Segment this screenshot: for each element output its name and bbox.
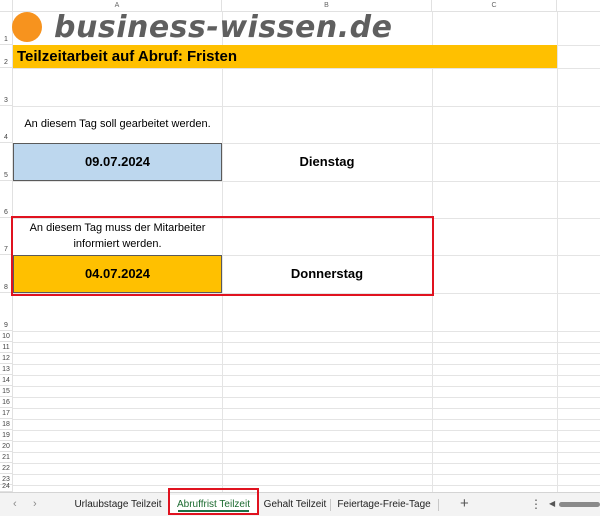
logo-circle-icon xyxy=(12,12,42,42)
chevron-left-icon[interactable]: ‹ xyxy=(13,496,17,512)
tab-divider xyxy=(438,499,439,511)
work-day-weekday-cell[interactable]: Dienstag xyxy=(222,143,432,181)
row-header[interactable]: 19 xyxy=(0,430,13,441)
grid-line xyxy=(13,181,600,182)
row-header[interactable]: 13 xyxy=(0,364,13,375)
select-all-corner[interactable] xyxy=(0,0,13,12)
grid-line xyxy=(557,12,558,492)
grid-line xyxy=(13,386,600,387)
tab-label: Gehalt Teilzeit xyxy=(263,499,327,510)
row-header[interactable]: 3 xyxy=(0,68,13,106)
row-header[interactable]: 20 xyxy=(0,441,13,452)
grid-line xyxy=(13,364,600,365)
grid-line xyxy=(13,474,600,475)
site-logo-text: business-wissen.de xyxy=(54,10,393,45)
scroll-left-arrow-icon[interactable]: ◀ xyxy=(549,499,555,509)
grid-line xyxy=(13,353,600,354)
active-tab-highlight-box xyxy=(168,488,259,515)
work-day-label: An diesem Tag soll gearbeitet werden. xyxy=(24,118,211,130)
row-header[interactable]: 17 xyxy=(0,408,13,419)
tab-feiertage-freie-tage[interactable]: Feiertage-Freie-Tage xyxy=(336,495,432,515)
row-header[interactable]: 11 xyxy=(0,342,13,353)
row-header[interactable]: 1 xyxy=(0,12,13,45)
grid-line xyxy=(13,441,600,442)
grid-line xyxy=(13,408,600,409)
grid-line xyxy=(13,342,600,343)
row-header[interactable]: 9 xyxy=(0,293,13,331)
horizontal-scrollbar-thumb[interactable] xyxy=(559,502,600,507)
grid-line xyxy=(13,331,600,332)
row-header[interactable]: 4 xyxy=(0,106,13,143)
row-header[interactable]: 2 xyxy=(0,45,13,68)
row-header[interactable]: 16 xyxy=(0,397,13,408)
tab-divider xyxy=(330,499,331,511)
grid-line xyxy=(13,68,600,69)
sheet-tab-bar: ‹ › Urlaubstage Teilzeit Abruffrist Teil… xyxy=(0,492,600,516)
plus-icon[interactable]: + xyxy=(460,496,469,512)
sheet-title: Teilzeitarbeit auf Abruf: Fristen xyxy=(17,48,238,65)
grid-line xyxy=(13,430,600,431)
grid-line xyxy=(13,106,600,107)
grid-line xyxy=(13,485,600,486)
grid-line xyxy=(13,419,600,420)
row-header[interactable]: 22 xyxy=(0,463,13,474)
grid-line xyxy=(13,375,600,376)
row-header[interactable]: 10 xyxy=(0,331,13,342)
chevron-right-icon[interactable]: › xyxy=(33,496,37,512)
row-header[interactable]: 21 xyxy=(0,452,13,463)
row-header[interactable]: 5 xyxy=(0,143,13,181)
notice-highlight-box xyxy=(11,216,434,296)
grid-line xyxy=(13,463,600,464)
grid-line xyxy=(13,397,600,398)
tab-urlaubstage-teilzeit[interactable]: Urlaubstage Teilzeit xyxy=(70,495,166,515)
row-header[interactable]: 6 xyxy=(0,181,13,218)
tab-label: Feiertage-Freie-Tage xyxy=(337,499,431,510)
column-header-c[interactable]: C xyxy=(432,0,557,12)
tab-gehalt-teilzeit[interactable]: Gehalt Teilzeit xyxy=(261,495,329,515)
tab-label: Urlaubstage Teilzeit xyxy=(74,499,162,510)
row-header[interactable]: 15 xyxy=(0,386,13,397)
row-header[interactable]: 12 xyxy=(0,353,13,364)
work-day-date-cell[interactable]: 09.07.2024 xyxy=(13,143,222,181)
vertical-dots-icon[interactable]: ⋮ xyxy=(530,496,542,512)
row-header[interactable]: 24 xyxy=(0,483,13,492)
spreadsheet-grid[interactable]: A B C 1 2 3 4 5 6 7 8 9 10 11 12 13 14 1… xyxy=(0,0,600,492)
grid-line xyxy=(13,452,600,453)
row-header[interactable]: 18 xyxy=(0,419,13,430)
row-header[interactable]: 14 xyxy=(0,375,13,386)
